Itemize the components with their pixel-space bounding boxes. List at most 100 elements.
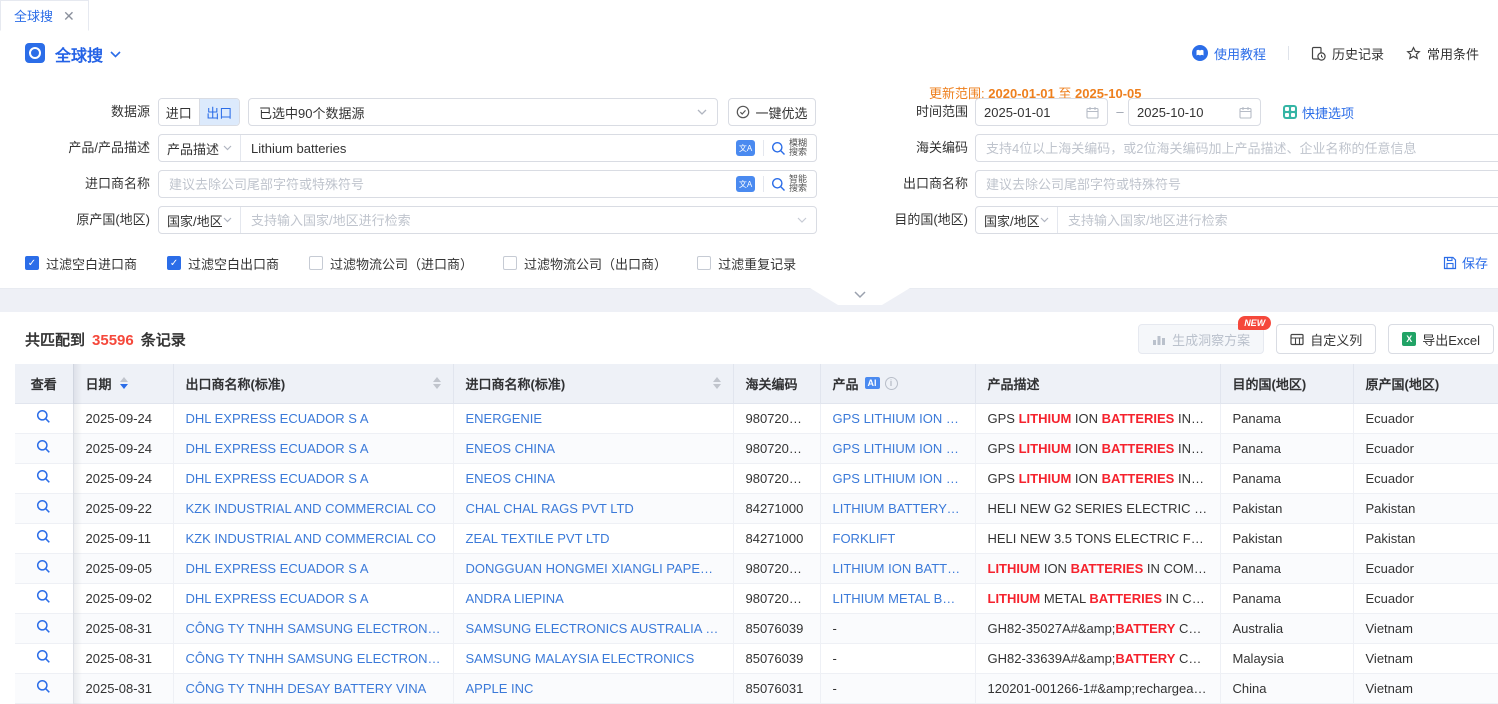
view-record-button[interactable] [36,499,51,514]
translate-icon[interactable]: 文A [736,176,755,192]
page-title-dropdown[interactable]: 全球搜 [55,42,121,66]
info-icon[interactable]: i [885,377,898,390]
date-cell: 2025-09-24 [73,403,173,433]
destination-country-input[interactable] [1058,213,1498,228]
product-cell: - [820,643,975,673]
importer-link[interactable]: ENEOS CHINA [453,433,733,463]
view-record-button[interactable] [36,409,51,424]
hs-code-input[interactable] [976,141,1498,156]
origin-country-input[interactable] [241,213,797,228]
view-record-button[interactable] [36,619,51,634]
product-type-select[interactable]: 产品描述 [159,135,241,161]
product-input[interactable] [241,141,736,156]
destination-cell: Panama [1220,403,1353,433]
import-export-toggle: 进口 出口 [158,98,240,126]
exporter-link[interactable]: DHL EXPRESS ECUADOR S A [173,583,453,613]
exporter-link[interactable]: CÔNG TY TNHH SAMSUNG ELECTRONICS ... [173,613,453,643]
data-source-value: 已选中90个数据源 [259,103,364,122]
origin-type-select[interactable]: 国家/地区 [159,207,241,233]
filter-blank-exporter-checkbox[interactable]: 过滤空白出口商 [167,254,279,273]
date-end-input[interactable]: 2025-10-10 [1128,98,1261,126]
quick-options-button[interactable]: 快捷选项 [1283,98,1354,126]
exporter-link[interactable]: DHL EXPRESS ECUADOR S A [173,403,453,433]
importer-link[interactable]: ENEOS CHINA [453,463,733,493]
view-record-button[interactable] [36,649,51,664]
destination-cell: Panama [1220,433,1353,463]
data-source-select[interactable]: 已选中90个数据源 [248,98,718,126]
view-record-button[interactable] [36,439,51,454]
exporter-link[interactable]: KZK INDUSTRIAL AND COMMERCIAL CO [173,493,453,523]
view-record-button[interactable] [36,679,51,694]
magnifier-icon [36,619,51,634]
importer-link[interactable]: ENERGENIE [453,403,733,433]
sort-icon[interactable] [713,377,721,389]
destination-type-select[interactable]: 国家/地区 [976,207,1058,233]
view-cell [15,463,73,493]
product-cell[interactable]: LITHIUM ION BATTERY [820,553,975,583]
product-cell[interactable]: GPS LITHIUM ION BAT... [820,463,975,493]
importer-link[interactable]: DONGGUAN HONGMEI XIANGLI PAPER PR... [453,553,733,583]
import-toggle-button[interactable]: 进口 [159,99,200,125]
exporter-link[interactable]: CÔNG TY TNHH SAMSUNG ELECTRONICS ... [173,643,453,673]
destination-cell: Panama [1220,583,1353,613]
smart-search-button[interactable]: 智能搜索 [771,175,816,194]
product-cell[interactable]: FORKLIFT [820,523,975,553]
importer-link[interactable]: SAMSUNG ELECTRONICS AUSTRALIA PTY [453,613,733,643]
importer-link[interactable]: ANDRA LIEPINA [453,583,733,613]
sort-icon[interactable] [433,377,441,389]
product-cell[interactable]: GPS LITHIUM ION BAT... [820,403,975,433]
save-condition-button[interactable]: 保存 [1443,253,1488,272]
export-excel-button[interactable]: X 导出Excel [1388,324,1494,354]
destination-cell: Australia [1220,613,1353,643]
product-cell[interactable]: LITHIUM BATTERY FO... [820,493,975,523]
view-record-button[interactable] [36,529,51,544]
customize-columns-button[interactable]: 自定义列 [1276,324,1376,354]
favorites-button[interactable]: 常用条件 [1406,44,1479,63]
origin-cell: Ecuador [1353,553,1498,583]
fuzzy-search-button[interactable]: 模糊搜索 [771,139,816,158]
origin-cell: Pakistan [1353,493,1498,523]
filter-logistics-importer-checkbox[interactable]: 过滤物流公司（进口商） [309,254,473,273]
close-icon[interactable]: ✕ [63,9,75,23]
exporter-input[interactable] [976,177,1498,192]
date-cell: 2025-08-31 [73,613,173,643]
generate-insight-button[interactable]: 生成洞察方案 NEW [1138,324,1264,354]
date-start-input[interactable]: 2025-01-01 [975,98,1108,126]
view-record-button[interactable] [36,559,51,574]
origin-country-field: 国家/地区 [158,206,817,234]
view-cell [15,433,73,463]
product-cell[interactable]: LITHIUM METAL BATT... [820,583,975,613]
divider [763,176,764,192]
view-cell [15,583,73,613]
history-button[interactable]: 历史记录 [1311,44,1384,63]
sort-icon[interactable] [120,377,128,389]
exporter-link[interactable]: DHL EXPRESS ECUADOR S A [173,463,453,493]
filter-blank-importer-checkbox[interactable]: 过滤空白进口商 [25,254,137,273]
table-row: 2025-08-31CÔNG TY TNHH SAMSUNG ELECTRONI… [15,613,1498,643]
tab-global-search[interactable]: 全球搜 ✕ [0,0,89,31]
translate-icon[interactable]: 文A [736,140,755,156]
product-cell[interactable]: GPS LITHIUM ION BAT... [820,433,975,463]
description-cell: GH82-35027A#&amp;BATTERY CHA... [975,613,1220,643]
importer-link[interactable]: CHAL CHAL RAGS PVT LTD [453,493,733,523]
exporter-link[interactable]: CÔNG TY TNHH DESAY BATTERY VINA [173,673,453,703]
tutorial-button[interactable]: 使用教程 [1192,44,1266,63]
filter-duplicates-checkbox[interactable]: 过滤重复记录 [697,254,796,273]
one-key-optimize-button[interactable]: 一键优选 [728,98,816,126]
view-record-button[interactable] [36,469,51,484]
exporter-link[interactable]: KZK INDUSTRIAL AND COMMERCIAL CO [173,523,453,553]
view-record-button[interactable] [36,589,51,604]
importer-input[interactable] [159,177,736,192]
origin-cell: Vietnam [1353,643,1498,673]
table-row: 2025-09-24DHL EXPRESS ECUADOR S AENEOS C… [15,463,1498,493]
exporter-link[interactable]: DHL EXPRESS ECUADOR S A [173,433,453,463]
importer-link[interactable]: ZEAL TEXTILE PVT LTD [453,523,733,553]
importer-link[interactable]: SAMSUNG MALAYSIA ELECTRONICS [453,643,733,673]
export-toggle-button[interactable]: 出口 [200,99,240,125]
filter-logistics-exporter-checkbox[interactable]: 过滤物流公司（出口商） [503,254,667,273]
exporter-link[interactable]: DHL EXPRESS ECUADOR S A [173,553,453,583]
hs-code-cell: 84271000 [733,523,820,553]
table-row: 2025-08-31CÔNG TY TNHH DESAY BATTERY VIN… [15,673,1498,703]
importer-link[interactable]: APPLE INC [453,673,733,703]
view-cell [15,613,73,643]
